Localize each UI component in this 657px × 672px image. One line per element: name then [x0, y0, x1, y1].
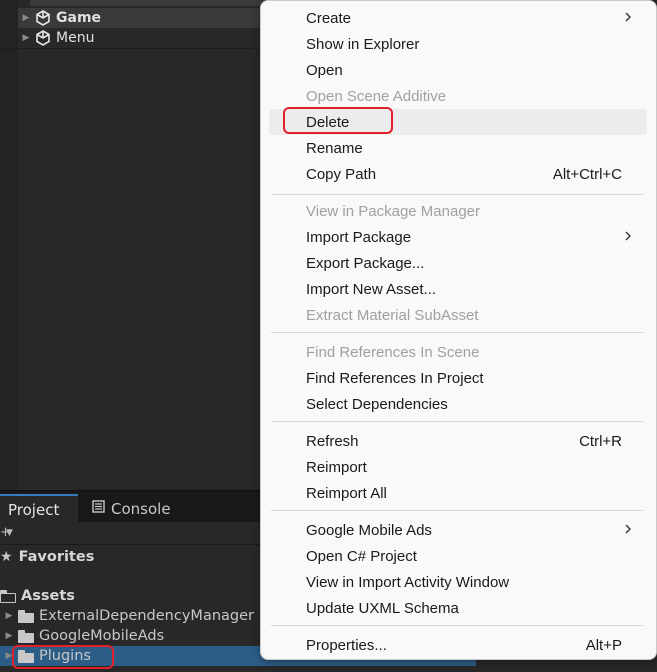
- star-icon: ★: [0, 549, 13, 565]
- chevron-right-icon: [625, 524, 631, 534]
- menu-item-reimport[interactable]: Reimport: [269, 454, 647, 480]
- menu-item-export-package[interactable]: Export Package...: [269, 250, 647, 276]
- hierarchy-item-game[interactable]: ▶ Game: [18, 8, 278, 28]
- menu-item-label: View in Package Manager: [306, 202, 480, 220]
- context-menu: Create Show in Explorer Open Open Scene …: [260, 0, 657, 660]
- menu-item-copy-path[interactable]: Copy Path Alt+Ctrl+C: [269, 161, 647, 187]
- tab-project[interactable]: Project: [0, 494, 78, 523]
- chevron-right-icon: [625, 12, 631, 22]
- hierarchy-item-menu[interactable]: ▶ Menu: [18, 28, 278, 48]
- menu-item-google-mobile-ads[interactable]: Google Mobile Ads: [269, 517, 647, 543]
- folder-icon: [18, 630, 34, 643]
- menu-item-reimport-all[interactable]: Reimport All: [269, 480, 647, 506]
- folder-open-icon: [0, 590, 16, 603]
- menu-item-label: Show in Explorer: [306, 35, 420, 53]
- menu-item-shortcut: Alt+P: [585, 636, 622, 654]
- menu-item-label: Open: [306, 61, 343, 79]
- expand-arrow-icon[interactable]: ▶: [18, 13, 34, 23]
- menu-item-find-references-in-scene: Find References In Scene: [269, 339, 647, 365]
- menu-separator: [271, 421, 643, 422]
- folder-icon: [18, 610, 34, 623]
- expand-arrow-icon[interactable]: ▶: [0, 631, 18, 641]
- menu-item-label: Open Scene Additive: [306, 87, 447, 105]
- tab-label: Console: [111, 499, 171, 518]
- expand-arrow-icon[interactable]: ▶: [18, 33, 34, 43]
- delete-highlight-box: [283, 107, 393, 134]
- menu-item-label: Rename: [306, 139, 363, 157]
- menu-item-import-package[interactable]: Import Package: [269, 224, 647, 250]
- menu-item-label: Find References In Scene: [306, 343, 480, 361]
- expand-arrow-icon[interactable]: ▶: [0, 611, 18, 621]
- menu-item-label: Reimport All: [306, 484, 387, 502]
- chevron-right-icon: [625, 231, 631, 241]
- menu-item-update-uxml-schema[interactable]: Update UXML Schema: [269, 595, 647, 621]
- menu-item-label: Select Dependencies: [306, 395, 448, 413]
- unity-prefab-icon: [34, 29, 52, 47]
- menu-item-label: Extract Material SubAsset: [306, 306, 479, 324]
- menu-item-label: Properties...: [306, 636, 387, 654]
- menu-separator: [271, 510, 643, 511]
- folder-label: GoogleMobileAds: [39, 628, 165, 644]
- menu-item-label: Import Package: [306, 228, 412, 246]
- menu-item-view-import-activity[interactable]: View in Import Activity Window: [269, 569, 647, 595]
- hierarchy-scene-header: [30, 0, 270, 6]
- menu-separator: [271, 194, 643, 195]
- console-icon: [92, 500, 105, 517]
- menu-item-extract-material-subasset: Extract Material SubAsset: [269, 302, 647, 328]
- unity-prefab-icon: [34, 9, 52, 27]
- menu-item-view-in-package-manager: View in Package Manager: [269, 198, 647, 224]
- menu-item-label: Refresh: [306, 432, 359, 450]
- assets-label: Assets: [21, 588, 75, 604]
- menu-separator: [271, 625, 643, 626]
- menu-item-label: Import New Asset...: [306, 280, 437, 298]
- menu-item-label: Find References In Project: [306, 369, 484, 387]
- tab-console[interactable]: Console: [84, 494, 171, 523]
- menu-item-rename[interactable]: Rename: [269, 135, 647, 161]
- hierarchy-item-label: Menu: [56, 30, 95, 46]
- menu-item-create[interactable]: Create: [269, 5, 647, 31]
- menu-item-label: Open C# Project: [306, 547, 417, 565]
- menu-item-show-in-explorer[interactable]: Show in Explorer: [269, 31, 647, 57]
- menu-item-label: Google Mobile Ads: [306, 521, 432, 539]
- plugins-highlight-box: [12, 645, 114, 669]
- chevron-down-icon[interactable]: ▼: [6, 528, 13, 538]
- menu-item-label: Reimport: [306, 458, 367, 476]
- menu-item-find-references-in-project[interactable]: Find References In Project: [269, 365, 647, 391]
- hierarchy-item-label: Game: [56, 10, 102, 26]
- menu-item-label: Export Package...: [306, 254, 425, 272]
- menu-item-select-dependencies[interactable]: Select Dependencies: [269, 391, 647, 417]
- hierarchy-gutter: [0, 0, 18, 490]
- favorites-label: Favorites: [18, 549, 95, 565]
- menu-item-label: View in Import Activity Window: [306, 573, 510, 591]
- menu-item-shortcut: Ctrl+R: [579, 432, 622, 450]
- tab-label: Project: [8, 500, 60, 519]
- menu-item-import-new-asset[interactable]: Import New Asset...: [269, 276, 647, 302]
- menu-item-label: Update UXML Schema: [306, 599, 459, 617]
- menu-item-label: Copy Path: [306, 165, 377, 183]
- menu-item-label: Create: [306, 9, 352, 27]
- menu-item-refresh[interactable]: Refresh Ctrl+R: [269, 428, 647, 454]
- menu-separator: [271, 332, 643, 333]
- folder-label: ExternalDependencyManager: [39, 608, 254, 624]
- menu-item-open-csharp-project[interactable]: Open C# Project: [269, 543, 647, 569]
- menu-item-open[interactable]: Open: [269, 57, 647, 83]
- menu-item-properties[interactable]: Properties... Alt+P: [269, 632, 647, 658]
- menu-item-shortcut: Alt+Ctrl+C: [552, 165, 622, 183]
- menu-item-open-scene-additive: Open Scene Additive: [269, 83, 647, 109]
